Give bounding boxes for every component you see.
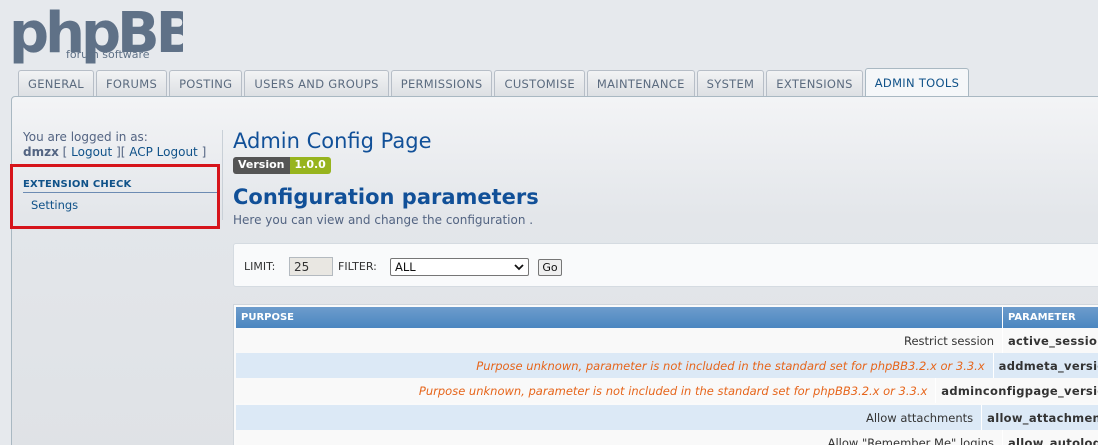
version-badge: Version 1.0.0 [233,157,331,174]
acp-tab-bar: GENERAL FORUMS POSTING USERS AND GROUPS … [18,68,970,97]
tab-posting[interactable]: POSTING [169,70,243,97]
purpose-cell: Restrict session [236,328,1003,353]
tab-customise[interactable]: CUSTOMISE [494,70,585,97]
highlight-annotation-box [10,164,220,229]
config-table: PURPOSE PARAMETER Restrict session activ… [233,304,1098,445]
table-row: Purpose unknown, parameter is not includ… [236,353,1098,378]
purpose-cell: Allow attachments [236,405,983,430]
tab-admin-tools[interactable]: ADMIN TOOLS [864,68,970,97]
column-header-purpose: PURPOSE [236,307,1003,328]
tab-system[interactable]: SYSTEM [696,70,765,97]
login-user-line: dmzx [ Logout ][ ACP Logout ] [23,145,207,159]
logo-subtitle: forum software [66,48,150,61]
parameter-cell[interactable]: adminconfigpage_version [936,378,1098,403]
version-value: 1.0.0 [289,157,331,174]
filter-bar: LIMIT: FILTER: ALL Go [233,243,1098,287]
purpose-cell: Purpose unknown, parameter is not includ… [236,378,937,403]
limit-label: LIMIT: [244,260,276,273]
chevron-down-icon [514,263,524,270]
version-label: Version [233,157,290,174]
filter-select-value: ALL [395,260,416,274]
page-title: Admin Config Page [233,129,432,153]
purpose-cell: Allow "Remember Me" logins [236,430,1003,445]
section-description: Here you can view and change the configu… [233,213,534,227]
limit-input[interactable] [289,257,333,276]
column-header-parameter: PARAMETER [1008,312,1076,323]
logout-link[interactable]: Logout [71,145,112,159]
table-row: Purpose unknown, parameter is not includ… [236,378,1098,403]
filter-select[interactable]: ALL [390,258,529,276]
table-row: Restrict session active_sessions [236,328,1098,353]
table-header: PURPOSE PARAMETER [236,307,1098,328]
go-button[interactable]: Go [538,259,562,276]
tab-extensions[interactable]: EXTENSIONS [766,70,863,97]
parameter-cell[interactable]: allow_attachments [982,405,1098,430]
acp-logout-link[interactable]: ACP Logout [129,145,198,159]
username: dmzx [23,145,59,159]
logged-in-label: You are logged in as: [23,130,148,144]
section-title: Configuration parameters [233,185,539,209]
table-row: Allow "Remember Me" logins allow_autolog… [236,430,1098,445]
tab-users-and-groups[interactable]: USERS AND GROUPS [244,70,389,97]
tab-general[interactable]: GENERAL [18,70,94,97]
parameter-cell[interactable]: active_sessions [1003,328,1098,353]
parameter-cell[interactable]: addmeta_version [994,353,1098,378]
sidebar: You are logged in as: dmzx [ Logout ][ A… [23,130,223,160]
purpose-cell: Purpose unknown, parameter is not includ… [236,353,994,378]
tab-forums[interactable]: FORUMS [95,70,168,97]
filter-label: FILTER: [338,260,377,273]
parameter-cell[interactable]: allow_autologin [1003,430,1098,445]
sidebar-divider [222,130,223,220]
phpbb-logo: phpBB forum software [8,0,183,66]
tab-permissions[interactable]: PERMISSIONS [390,70,493,97]
table-row: Allow attachments allow_attachments [236,405,1098,430]
tab-maintenance[interactable]: MAINTENANCE [586,70,695,97]
